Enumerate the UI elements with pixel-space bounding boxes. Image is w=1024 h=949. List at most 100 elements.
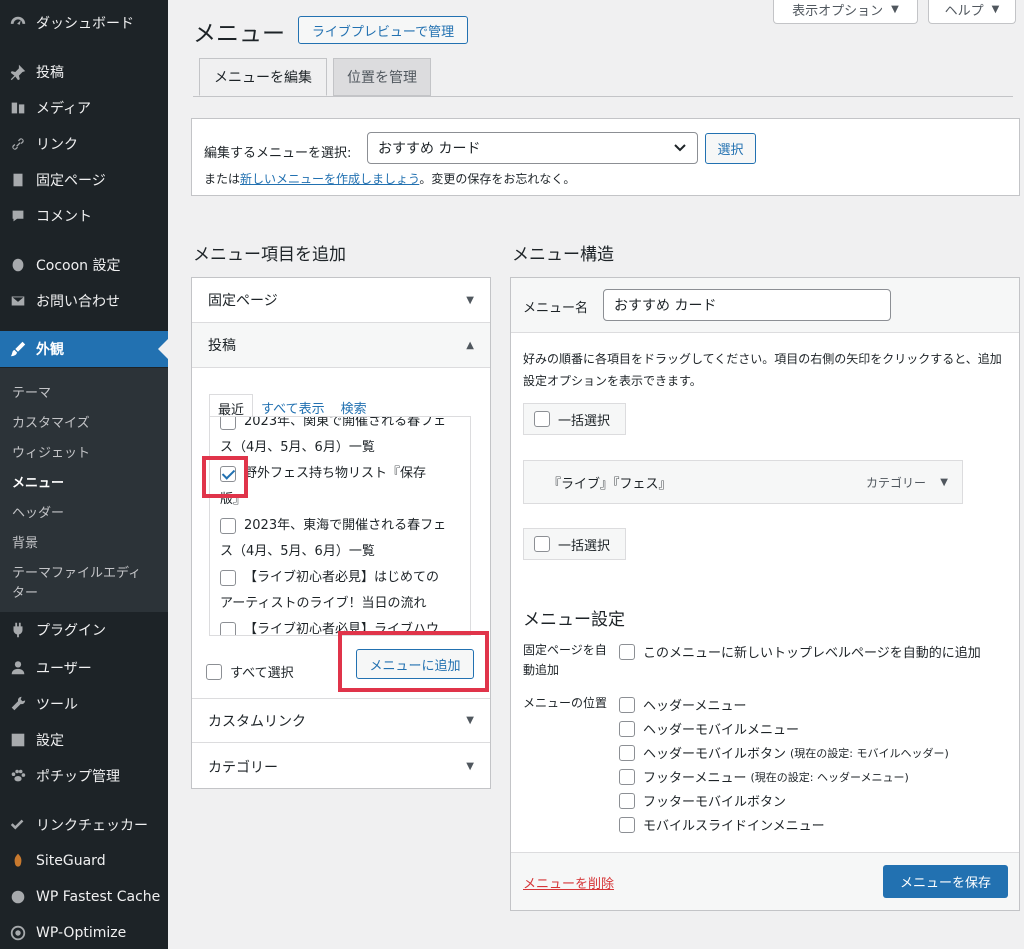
sidebar-item-posts[interactable]: 投稿 xyxy=(0,54,168,90)
caret-down-icon: ▼ xyxy=(991,4,1000,15)
list-item[interactable]: 2023年、関東で開催される春フェ ス（4月、5月、6月）一覧 xyxy=(220,416,460,461)
location-option[interactable]: フッターモバイルボタン xyxy=(619,791,786,810)
list-item[interactable]: 【ライブ初心者必見】はじめての アーティストのライブ！当日の流れ xyxy=(220,565,460,617)
sidebar-item-plugins[interactable]: プラグイン xyxy=(0,612,168,648)
dashboard-icon xyxy=(0,14,36,32)
sidebar-item-links[interactable]: リンク xyxy=(0,126,168,162)
location-option[interactable]: フッターメニュー (現在の設定: ヘッダーメニュー) xyxy=(619,767,909,786)
select-all-checkbox[interactable] xyxy=(206,663,222,680)
sidebar-item-label: ツール xyxy=(36,697,78,713)
auto-add-option[interactable]: このメニューに新しいトップレベルページを自動的に追加 xyxy=(619,642,981,661)
save-menu-button[interactable]: メニューを保存 xyxy=(883,865,1008,898)
sidebar-item-label: 外観 xyxy=(36,342,64,358)
location-checkbox[interactable] xyxy=(619,720,635,737)
list-item[interactable]: 野外フェス持ち物リスト『保存 版』 xyxy=(220,461,460,513)
auto-add-label: 固定ページを自 動追加 xyxy=(523,640,607,680)
submenu-theme-editor[interactable]: テーマファイルエディ xyxy=(12,562,141,581)
help-button[interactable]: ヘルプ ▼ xyxy=(928,0,1016,24)
post-checkbox[interactable] xyxy=(220,417,236,430)
location-option[interactable]: モバイルスライドインメニュー xyxy=(619,815,825,834)
submenu-menus[interactable]: メニュー xyxy=(12,472,64,491)
siteguard-icon xyxy=(0,852,36,870)
submenu-customize[interactable]: カスタマイズ xyxy=(12,412,90,431)
sidebar-item-appearance[interactable]: 外観 xyxy=(0,331,168,367)
user-icon xyxy=(0,659,36,677)
select-menu-button[interactable]: 選択 xyxy=(705,133,756,164)
select-menu-note: または新しいメニューを作成しましょう。変更の保存をお忘れなく。 xyxy=(204,170,575,187)
sidebar-item-comments[interactable]: コメント xyxy=(0,198,168,234)
tab-edit-menus[interactable]: メニューを編集 xyxy=(199,58,327,96)
sidebar-item-label: ダッシュボード xyxy=(36,16,134,32)
location-option[interactable]: ヘッダーモバイルメニュー xyxy=(619,719,799,738)
post-checkbox[interactable] xyxy=(220,621,236,635)
submenu-background[interactable]: 背景 xyxy=(12,532,38,551)
submenu-widgets[interactable]: ウィジェット xyxy=(12,442,90,461)
post-checkbox[interactable] xyxy=(220,569,236,586)
bulk-select-top[interactable]: 一括選択 xyxy=(523,403,626,435)
sidebar-item-pochipp[interactable]: ポチップ管理 xyxy=(0,758,168,794)
sidebar-item-users[interactable]: ユーザー xyxy=(0,650,168,686)
create-menu-link[interactable]: 新しいメニューを作成しましょう xyxy=(240,172,419,186)
caret-down-icon[interactable]: ▼ xyxy=(940,477,948,488)
sidebar-item-cocoon[interactable]: Cocoon 設定 xyxy=(0,247,168,283)
sidebar-item-pages[interactable]: 固定ページ xyxy=(0,162,168,198)
location-note: (現在の設定: ヘッダーメニュー) xyxy=(750,770,909,784)
auto-add-label-line: 動追加 xyxy=(523,663,560,677)
accordion-posts[interactable]: 投稿 ▲ xyxy=(192,323,490,368)
location-checkbox[interactable] xyxy=(619,792,635,809)
sidebar-item-label: SiteGuard xyxy=(36,853,106,869)
delete-menu-link[interactable]: メニューを削除 xyxy=(523,873,614,892)
sidebar-item-link-checker[interactable]: リンクチェッカー xyxy=(0,807,168,843)
pin-icon xyxy=(0,63,36,81)
sidebar-item-tools[interactable]: ツール xyxy=(0,686,168,722)
sidebar-item-dashboard[interactable]: ダッシュボード xyxy=(0,5,168,41)
sidebar-item-siteguard[interactable]: SiteGuard xyxy=(0,843,168,879)
accordion-categories[interactable]: カテゴリー ▼ xyxy=(192,744,490,789)
post-title-line: 2023年、関東で開催される春フェ xyxy=(244,416,447,429)
sidebar-item-contact[interactable]: お問い合わせ xyxy=(0,283,168,319)
accordion-custom-links[interactable]: カスタムリンク ▼ xyxy=(192,698,490,743)
bulk-select-bottom[interactable]: 一括選択 xyxy=(523,528,626,560)
submenu-header[interactable]: ヘッダー xyxy=(12,502,64,521)
menu-select-dropdown[interactable]: おすすめ カード xyxy=(367,132,698,164)
location-checkbox[interactable] xyxy=(619,696,635,713)
submenu-themes[interactable]: テーマ xyxy=(12,382,51,401)
auto-add-checkbox[interactable] xyxy=(619,643,635,660)
location-name: ヘッダーモバイルメニュー xyxy=(643,723,800,738)
live-preview-button[interactable]: ライブプレビューで管理 xyxy=(298,16,468,44)
submenu-theme-editor-cont[interactable]: ター xyxy=(12,582,38,601)
sidebar-item-label: お問い合わせ xyxy=(36,294,120,310)
post-title-line: アーティストのライブ！当日の流れ xyxy=(220,596,427,611)
admin-sidebar: ダッシュボード 投稿 メディア リンク 固定ページ コメント Cocoon 設定… xyxy=(0,0,168,949)
menu-item-card[interactable]: 『ライブ』『フェス』 カテゴリー ▼ xyxy=(523,460,963,504)
sidebar-item-wp-optimize[interactable]: WP-Optimize xyxy=(0,915,168,949)
post-checkbox[interactable] xyxy=(220,517,236,534)
screen-options-label: 表示オプション xyxy=(792,4,884,19)
bulk-select-checkbox[interactable] xyxy=(534,536,550,552)
menu-footer-bar: メニューを削除 メニューを保存 xyxy=(511,852,1019,910)
add-menu-items-heading: メニュー項目を追加 xyxy=(193,245,346,265)
bulk-select-label: 一括選択 xyxy=(558,538,611,554)
bulk-select-checkbox[interactable] xyxy=(534,411,550,427)
location-option[interactable]: ヘッダーモバイルボタン (現在の設定: モバイルヘッダー) xyxy=(619,743,949,762)
tab-manage-locations[interactable]: 位置を管理 xyxy=(333,58,431,96)
sidebar-item-label: リンクチェッカー xyxy=(36,818,148,834)
posts-checklist[interactable]: 2023年、関東で開催される春フェ ス（4月、5月、6月）一覧 野外フェス持ち物… xyxy=(209,416,471,636)
location-checkbox[interactable] xyxy=(619,768,635,785)
sidebar-item-settings[interactable]: 設定 xyxy=(0,722,168,758)
caret-down-icon: ▼ xyxy=(466,761,474,772)
screen-options-button[interactable]: 表示オプション ▼ xyxy=(773,0,918,24)
menu-name-input[interactable]: おすすめ カード xyxy=(603,289,891,321)
list-item[interactable]: 2023年、東海で開催される春フェ ス（4月、5月、6月）一覧 xyxy=(220,513,460,565)
location-checkbox[interactable] xyxy=(619,744,635,761)
sidebar-item-media[interactable]: メディア xyxy=(0,90,168,126)
location-name: モバイルスライドインメニュー xyxy=(643,819,825,834)
select-all-row[interactable]: すべて選択 xyxy=(206,662,294,681)
sidebar-item-wp-fastest-cache[interactable]: WP Fastest Cache xyxy=(0,879,168,915)
chevron-down-icon xyxy=(673,140,687,158)
accordion-pages[interactable]: 固定ページ ▼ xyxy=(192,278,490,323)
settings-icon xyxy=(0,731,36,749)
location-name: ヘッダーメニュー xyxy=(643,699,747,714)
location-checkbox[interactable] xyxy=(619,816,635,833)
location-option[interactable]: ヘッダーメニュー xyxy=(619,695,746,714)
